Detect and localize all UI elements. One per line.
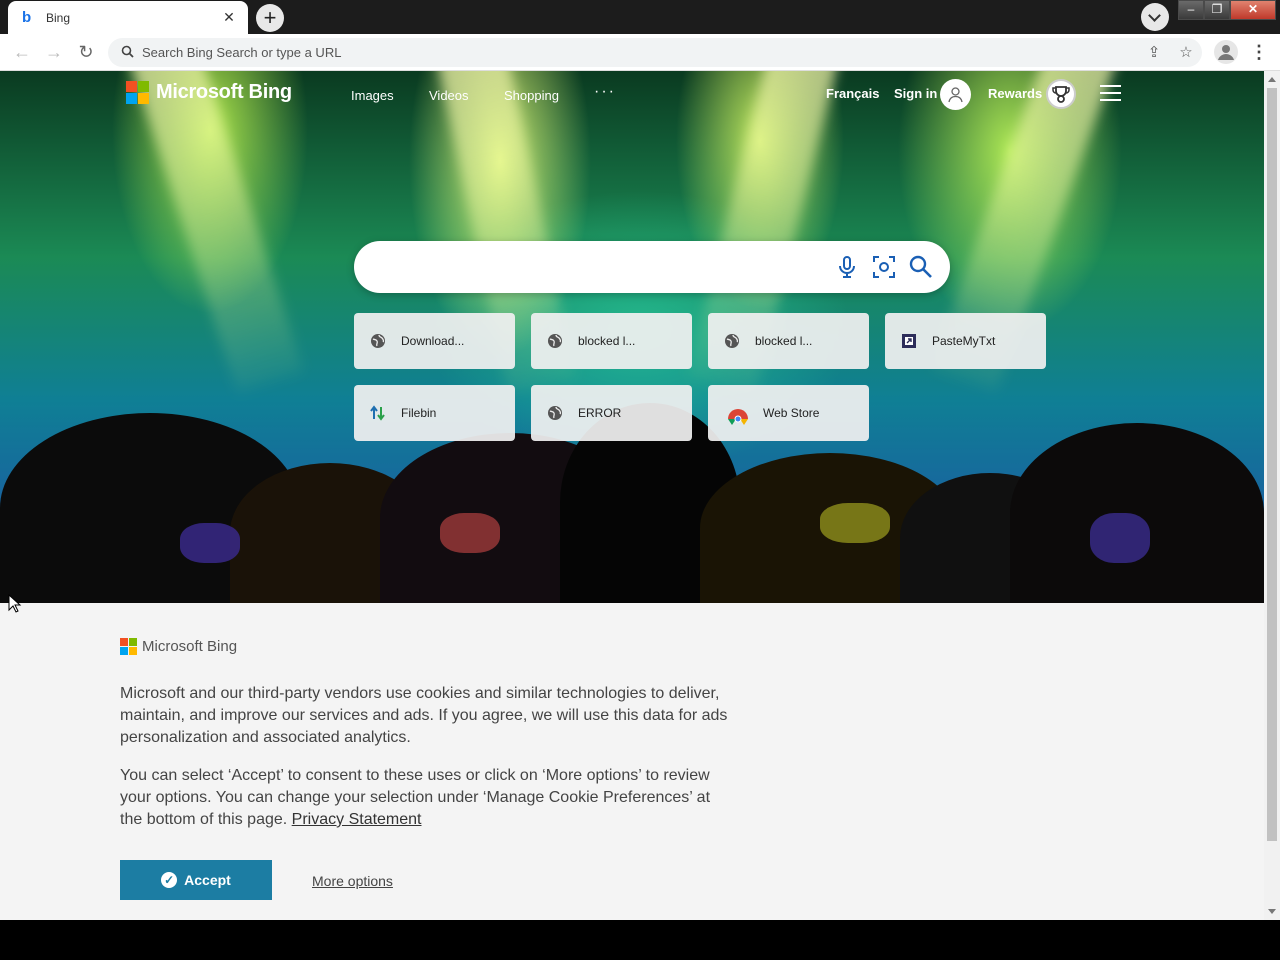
tab-title: Bing (46, 10, 71, 25)
quick-link-label: Web Store (763, 406, 820, 420)
bookmark-star-icon[interactable]: ☆ (1176, 43, 1196, 63)
more-options-link[interactable]: More options (312, 873, 393, 889)
quick-link-pastemytxt[interactable]: PasteMyTxt (885, 313, 1046, 369)
page-scrollbar[interactable] (1264, 71, 1280, 920)
tab-search-button[interactable] (1141, 3, 1169, 31)
search-icon (121, 45, 134, 58)
accept-button[interactable]: ✓ Accept (120, 860, 272, 900)
cookie-logo-text: Microsoft Bing (142, 638, 238, 655)
microsoft-logo-icon (120, 638, 137, 655)
quick-link-label: blocked l... (755, 334, 813, 348)
globe-icon (548, 406, 562, 420)
globe-icon (371, 334, 385, 348)
quick-link-download[interactable]: Download... (354, 313, 515, 369)
mouse-cursor-icon (8, 594, 22, 613)
privacy-statement-link[interactable]: Privacy Statement (292, 811, 422, 828)
cookie-description: Microsoft and our third-party vendors us… (120, 685, 728, 746)
pastemytxt-icon (902, 334, 916, 348)
cookie-bing-logo: Microsoft Bing (120, 638, 237, 655)
quick-link-blocked-2[interactable]: blocked l... (708, 313, 869, 369)
quick-link-label: ERROR (578, 406, 622, 420)
quick-link-label: PasteMyTxt (932, 334, 996, 348)
quick-link-label: Download... (401, 334, 465, 348)
light-beam (126, 71, 304, 394)
hero-background-image: Microsoft Bing Images Videos Shopping ··… (0, 71, 1264, 603)
nav-images[interactable]: Images (351, 88, 394, 103)
quick-link-label: Filebin (401, 406, 437, 420)
microsoft-logo-icon (126, 81, 149, 104)
browser-menu-icon[interactable]: ⋮ (1250, 40, 1268, 64)
sign-in-link[interactable]: Sign in (894, 86, 937, 101)
browser-tab[interactable]: b Bing ✕ (8, 1, 248, 34)
share-icon[interactable]: ⇪ (1144, 43, 1164, 63)
tab-close-icon[interactable]: ✕ (220, 9, 238, 26)
check-circle-icon: ✓ (161, 872, 178, 888)
accept-label: Accept (184, 872, 231, 888)
more-nav-button[interactable]: ··· (594, 83, 616, 101)
logo-text: Microsoft Bing (156, 81, 292, 103)
quick-link-web-store[interactable]: Web Store (708, 385, 869, 441)
quick-link-blocked-1[interactable]: blocked l... (531, 313, 692, 369)
cookie-options-text: You can select ‘Accept’ to consent to th… (120, 765, 730, 831)
scroll-down-arrow-icon[interactable] (1268, 909, 1276, 914)
bing-header: Microsoft Bing Images Videos Shopping ··… (0, 71, 1264, 119)
forward-arrow-icon[interactable]: → (42, 40, 66, 64)
rewards-trophy-icon[interactable] (1046, 79, 1076, 109)
visual-search-icon[interactable] (871, 254, 897, 280)
nav-shopping[interactable]: Shopping (504, 88, 559, 103)
close-window-button[interactable]: ✕ (1230, 0, 1276, 20)
quick-link-label: blocked l... (578, 334, 636, 348)
search-box[interactable] (354, 241, 950, 293)
chrome-icon (728, 409, 748, 425)
browser-titlebar: b Bing ✕ + – ❐ ✕ (0, 0, 1280, 34)
nav-videos[interactable]: Videos (429, 88, 469, 103)
reload-icon[interactable]: ↻ (74, 40, 98, 64)
maximize-button[interactable]: ❐ (1204, 0, 1230, 20)
user-avatar-icon[interactable] (940, 79, 971, 110)
scrollbar-thumb[interactable] (1267, 88, 1277, 841)
globe-icon (725, 334, 739, 348)
search-icon[interactable] (908, 254, 934, 280)
scroll-up-arrow-icon[interactable] (1268, 77, 1276, 82)
new-tab-button[interactable]: + (256, 4, 284, 32)
microphone-icon[interactable] (834, 254, 860, 280)
quick-link-error[interactable]: ERROR (531, 385, 692, 441)
filebin-icon (370, 405, 385, 421)
back-arrow-icon[interactable]: ← (10, 40, 34, 64)
bing-favicon-icon: b (22, 8, 32, 26)
window-controls: – ❐ ✕ (1178, 0, 1276, 20)
address-bar-placeholder: Search Bing Search or type a URL (142, 45, 342, 60)
bing-logo[interactable]: Microsoft Bing (126, 81, 292, 104)
hamburger-menu-icon[interactable] (1100, 85, 1121, 101)
profile-avatar-icon[interactable] (1214, 40, 1238, 64)
address-bar[interactable]: Search Bing Search or type a URL ⇪ ☆ (108, 38, 1202, 67)
page-viewport: Microsoft Bing Images Videos Shopping ··… (0, 71, 1264, 920)
quick-link-filebin[interactable]: Filebin (354, 385, 515, 441)
rewards-link[interactable]: Rewards (988, 86, 1042, 101)
cookie-consent-banner: Microsoft Bing Microsoft and our third-p… (0, 603, 1264, 920)
language-link[interactable]: Français (826, 86, 879, 101)
browser-toolbar: ← → ↻ Search Bing Search or type a URL ⇪… (0, 34, 1280, 71)
minimize-button[interactable]: – (1178, 0, 1204, 20)
globe-icon (548, 334, 562, 348)
